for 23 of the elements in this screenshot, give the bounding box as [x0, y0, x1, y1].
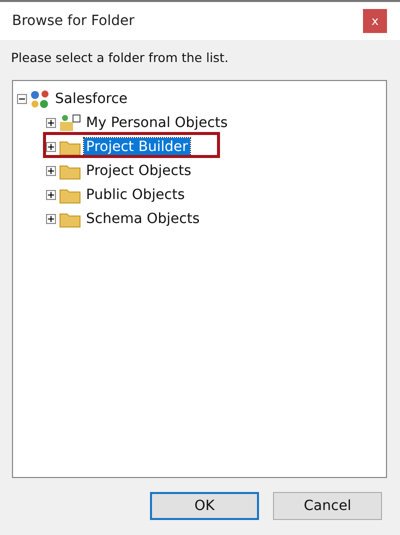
- folder-icon: [59, 138, 81, 156]
- folder-icon: [59, 186, 81, 204]
- cancel-button[interactable]: Cancel: [273, 492, 382, 520]
- network-icon: [30, 89, 50, 109]
- folder-icon: [59, 210, 81, 228]
- expand-icon[interactable]: [46, 166, 56, 176]
- tree-item[interactable]: My Personal Objects: [84, 114, 230, 132]
- tree-item[interactable]: Schema Objects: [84, 210, 202, 228]
- tree-item[interactable]: Salesforce: [53, 90, 130, 108]
- window-title: Browse for Folder: [12, 13, 134, 29]
- expand-icon[interactable]: [46, 214, 56, 224]
- expand-icon[interactable]: [46, 142, 56, 152]
- prompt-text: Please select a folder from the list.: [10, 49, 230, 67]
- tree-item[interactable]: Project Builder: [84, 138, 190, 156]
- close-button[interactable]: x: [363, 9, 387, 33]
- collapse-icon[interactable]: [17, 94, 27, 104]
- folder-user-icon: [59, 114, 81, 132]
- folder-icon: [59, 162, 81, 180]
- tree-item[interactable]: Public Objects: [84, 186, 187, 204]
- tree-item[interactable]: Project Objects: [84, 162, 194, 180]
- ok-button[interactable]: OK: [150, 492, 259, 520]
- expand-icon[interactable]: [46, 118, 56, 128]
- expand-icon[interactable]: [46, 190, 56, 200]
